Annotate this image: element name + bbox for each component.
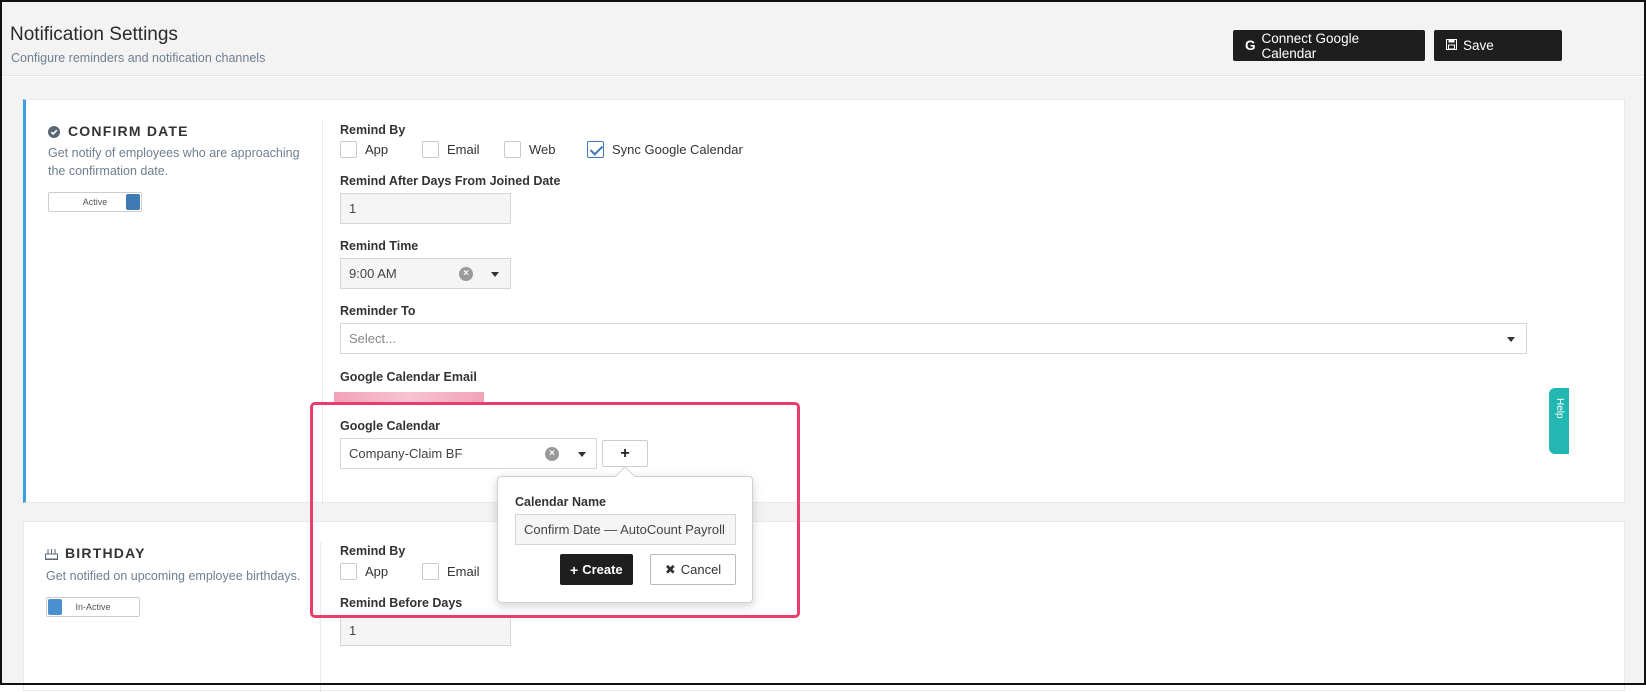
select-value: 9:00 AM — [349, 266, 397, 281]
toggle-knob — [48, 599, 62, 615]
google-calendar-email-label: Google Calendar Email — [340, 370, 477, 384]
input-value: 1 — [349, 201, 357, 216]
confirm-date-description: Get notify of employees who are approach… — [48, 146, 300, 178]
checkbox-sync-google-calendar[interactable]: Sync Google Calendar — [587, 141, 743, 158]
header-bar: Notification Settings Configure reminder… — [2, 2, 1644, 76]
checkbox-label: Web — [529, 142, 556, 157]
birthday-cake-icon — [45, 547, 58, 560]
chevron-down-icon[interactable] — [1507, 337, 1515, 342]
floppy-disk-icon — [1446, 38, 1457, 53]
checkbox-app[interactable]: App — [340, 141, 388, 158]
checkbox-box — [340, 141, 357, 158]
checkbox-label: Email — [447, 142, 480, 157]
check-circle-icon — [48, 125, 60, 138]
confirm-date-title: CONFIRM DATE — [48, 123, 189, 139]
reminder-to-select[interactable]: Select... — [340, 323, 1527, 354]
reminder-to-label: Reminder To — [340, 304, 416, 318]
remind-after-days-label: Remind After Days From Joined Date — [340, 174, 561, 188]
clear-icon[interactable]: × — [459, 267, 473, 281]
checkbox-label: App — [365, 142, 389, 157]
checkbox-web[interactable]: Web — [504, 141, 556, 158]
remind-time-select[interactable]: 9:00 AM × — [340, 258, 511, 289]
checkbox-email[interactable]: Email — [422, 141, 480, 158]
birthday-card: BIRTHDAY Get notified on upcoming employ… — [23, 521, 1625, 692]
page-subtitle: Configure reminders and notification cha… — [11, 51, 266, 65]
connect-google-calendar-button[interactable]: G Connect Google Calendar — [1233, 30, 1425, 61]
highlight-box — [310, 402, 800, 618]
help-tab[interactable]: Help — [1549, 388, 1569, 454]
remind-before-days-input[interactable]: 1 — [340, 615, 511, 646]
save-button[interactable]: Save — [1434, 30, 1562, 61]
checkbox-label: Sync Google Calendar — [612, 142, 743, 157]
help-label: Help — [1554, 398, 1565, 419]
birthday-title: BIRTHDAY — [45, 545, 146, 561]
save-label: Save — [1463, 38, 1494, 53]
remind-by-label: Remind By — [340, 123, 406, 137]
select-placeholder: Select... — [349, 331, 396, 346]
google-icon: G — [1245, 38, 1256, 53]
birthday-status-toggle[interactable]: In-Active — [46, 597, 140, 617]
birthday-title-text: BIRTHDAY — [65, 545, 146, 561]
toggle-knob — [126, 194, 140, 210]
page-title: Notification Settings — [10, 24, 178, 45]
checkbox-box — [504, 141, 521, 158]
confirm-date-title-text: CONFIRM DATE — [68, 123, 189, 139]
birthday-description: Get notified on upcoming employee birthd… — [46, 569, 301, 583]
confirm-date-status-toggle[interactable]: Active — [48, 192, 142, 212]
remind-time-label: Remind Time — [340, 239, 419, 253]
confirm-date-card: CONFIRM DATE Get notify of employees who… — [23, 99, 1625, 504]
connect-label: Connect Google Calendar — [1261, 30, 1360, 61]
checkbox-box — [422, 141, 439, 158]
remind-after-days-input[interactable]: 1 — [340, 193, 511, 224]
chevron-down-icon[interactable] — [491, 272, 499, 277]
checkbox-box-checked — [587, 141, 604, 158]
input-value: 1 — [349, 623, 357, 638]
